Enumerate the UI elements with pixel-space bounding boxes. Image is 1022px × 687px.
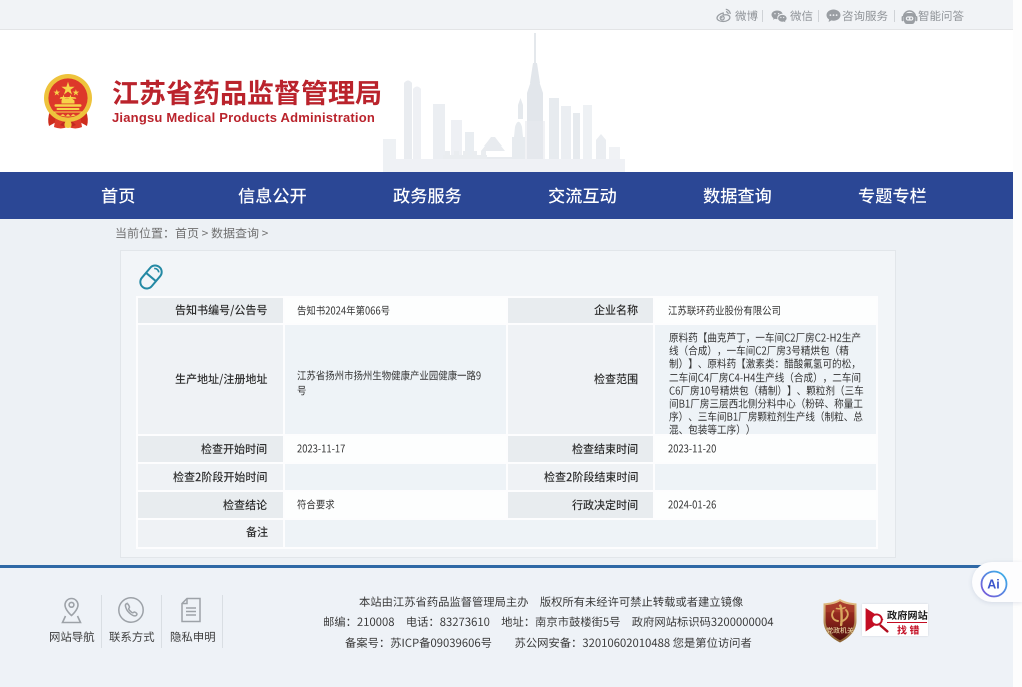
svg-text:Ai: Ai <box>987 578 1000 592</box>
